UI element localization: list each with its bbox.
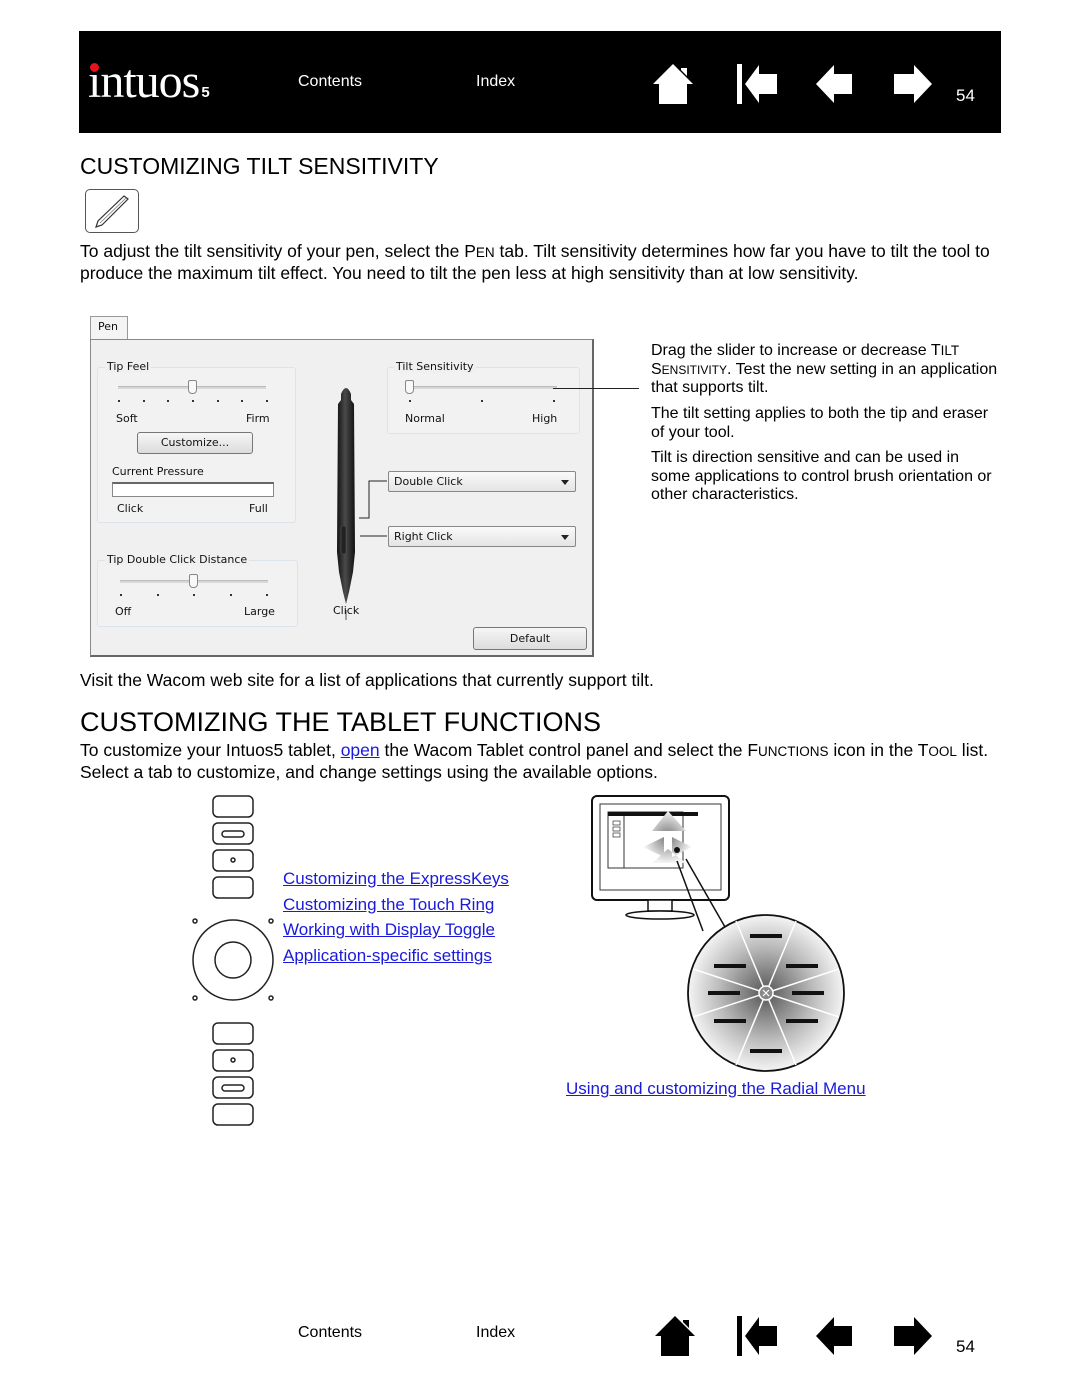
logo-suffix: 5 (201, 84, 210, 101)
footer-contents-link[interactable]: Contents (298, 1324, 362, 1342)
intro-smallcaps: EN (475, 245, 495, 260)
tip-click-label: Click (333, 604, 360, 617)
functions-intro-paragraph: To customize your Intuos5 tablet, open t… (80, 740, 1005, 782)
tilt-max-label: High (532, 412, 558, 425)
callout-drag-slider: Drag the slider to increase or decrease … (651, 342, 1001, 398)
touch-ring-link[interactable]: Customizing the Touch Ring (283, 892, 509, 918)
slider-tick (481, 400, 483, 402)
intro-smallcaps: OOL (928, 744, 957, 759)
expresskey-4-icon (212, 876, 254, 899)
slider-tick (266, 400, 268, 402)
slider-tick (409, 400, 411, 402)
slider-tick (229, 594, 232, 596)
expresskeys-link[interactable]: Customizing the ExpressKeys (283, 866, 509, 892)
intro-text: icon in the T (828, 740, 929, 760)
slider-tick (167, 400, 170, 402)
intro-text: the Wacom Tablet control panel and selec… (379, 740, 759, 760)
radial-menu-icon (687, 914, 845, 1072)
upper-button-value: Double Click (394, 475, 463, 488)
expresskey-6-icon (212, 1049, 254, 1072)
default-button[interactable]: Default (473, 627, 587, 650)
tilt-sensitivity-slider-track[interactable] (409, 386, 557, 389)
lower-button-value: Right Click (394, 530, 453, 543)
logo-dot (90, 63, 99, 72)
callout-text: S (651, 360, 662, 378)
first-page-icon[interactable] (735, 62, 779, 106)
next-page-icon[interactable] (890, 62, 934, 106)
tab-pen[interactable]: Pen (90, 316, 128, 340)
pen-tool-badge (85, 189, 139, 233)
tilt-footer-note: Visit the Wacom web site for a list of a… (80, 670, 654, 690)
touch-ring-icon (192, 919, 274, 1001)
functions-link-list: Customizing the ExpressKeys Customizing … (283, 866, 509, 969)
monitor-icon (591, 795, 730, 920)
logo-text: intuos (88, 55, 200, 108)
slider-tick (553, 400, 555, 402)
slider-tick (142, 400, 145, 402)
dropdown-arrow-icon (561, 535, 569, 540)
header-bar (79, 31, 1001, 133)
home-icon[interactable] (651, 62, 695, 106)
radial-menu-illustration (591, 795, 845, 1072)
slider-tick (156, 594, 159, 596)
intro-smallcaps: UNCTIONS (758, 744, 829, 759)
header-page-number: 54 (956, 86, 975, 105)
callout-tip-eraser: The tilt setting applies to both the tip… (651, 405, 989, 441)
previous-page-icon[interactable] (814, 62, 858, 106)
expresskey-8-icon (212, 1103, 254, 1126)
intuos-logo: intuos 5 (88, 56, 210, 119)
slider-tick (193, 594, 195, 596)
callout-smallcaps: ILT (940, 343, 960, 358)
pen-settings-dialog: Pen Tip Feel Soft Firm Customize... Curr… (84, 316, 596, 658)
tilt-sensitivity-slider-thumb[interactable] (405, 380, 414, 394)
footer-first-page-icon[interactable] (735, 1314, 779, 1358)
footer-home-icon[interactable] (653, 1314, 697, 1358)
application-specific-link[interactable]: Application-specific settings (283, 943, 509, 969)
slider-tick (266, 594, 268, 596)
header-contents-link[interactable]: Contents (298, 73, 362, 91)
footer-page-number: 54 (956, 1337, 975, 1356)
callout-leader-line (553, 388, 639, 389)
open-control-panel-link[interactable]: open (341, 740, 380, 760)
expresskey-3-icon (212, 849, 254, 872)
tilt-section-title: CUSTOMIZING TILT SENSITIVITY (80, 153, 439, 179)
tilt-sensitivity-label: Tilt Sensitivity (394, 360, 476, 373)
callout-smallcaps: ENSITIVITY (661, 362, 728, 377)
header-index-link[interactable]: Index (476, 73, 515, 91)
tilt-intro-paragraph: To adjust the tilt sensitivity of your p… (80, 241, 1005, 283)
functions-section-title: CUSTOMIZING THE TABLET FUNCTIONS (80, 707, 602, 737)
pen-icon (95, 195, 129, 228)
footer-previous-page-icon[interactable] (814, 1314, 858, 1358)
footer-index-link[interactable]: Index (476, 1324, 515, 1342)
slider-tick (241, 400, 244, 402)
slider-tick (192, 400, 194, 402)
display-toggle-link[interactable]: Working with Display Toggle (283, 917, 509, 943)
slider-tick (118, 400, 120, 402)
expresskey-1-icon (212, 795, 254, 818)
callout-text: Drag the slider to increase or decrease … (651, 342, 941, 359)
tilt-min-label: Normal (405, 412, 445, 425)
expresskey-5-icon (212, 1022, 254, 1045)
tablet-controls-illustration (192, 795, 274, 1126)
footer-next-page-icon[interactable] (890, 1314, 934, 1358)
radial-menu-link[interactable]: Using and customizing the Radial Menu (566, 1079, 866, 1099)
callout-direction-sensitive: Tilt is direction sensitive and can be u… (651, 449, 992, 503)
upper-button-select[interactable]: Double Click (388, 471, 576, 492)
slider-tick (120, 594, 122, 596)
intro-text: To customize your Intuos5 tablet, (80, 740, 341, 760)
dropdown-arrow-icon (561, 480, 569, 485)
expresskey-7-icon (212, 1076, 254, 1099)
expresskey-2-icon (212, 822, 254, 845)
intro-text: To adjust the tilt sensitivity of your p… (80, 241, 476, 261)
pen-tab-panel: Tip Feel Soft Firm Customize... Current … (90, 339, 594, 657)
slider-tick (216, 400, 219, 402)
lower-button-select[interactable]: Right Click (388, 526, 576, 547)
